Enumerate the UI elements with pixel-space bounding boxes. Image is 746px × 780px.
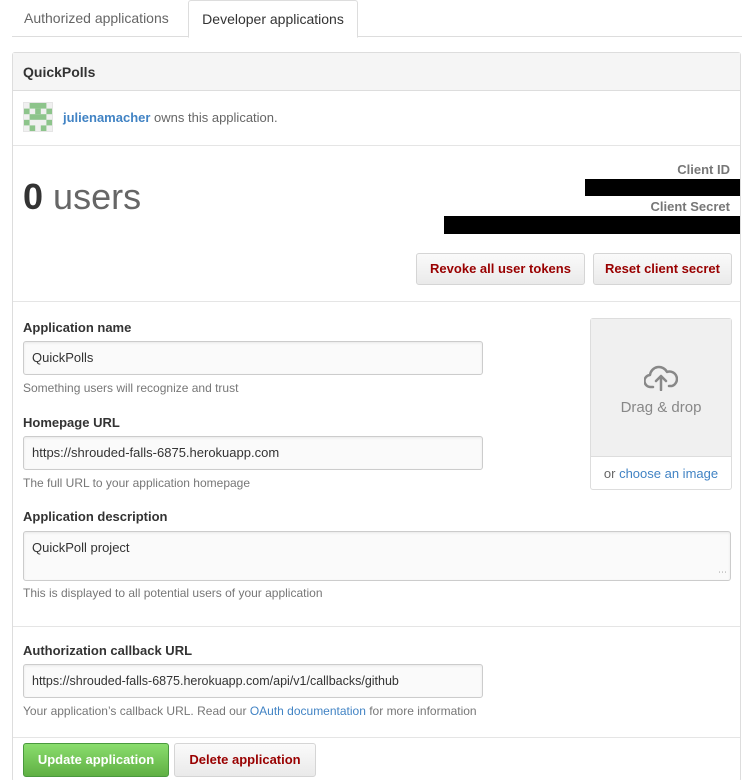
description-label: Application description: [23, 509, 168, 524]
tab-bar: Authorized applications Developer applic…: [12, 0, 742, 38]
app-name-note: Something users will recognize and trust: [23, 381, 239, 395]
homepage-url-input[interactable]: https://shrouded-falls-6875.herokuapp.co…: [23, 436, 483, 470]
homepage-url-note: The full URL to your application homepag…: [23, 476, 251, 490]
application-form: Application name QuickPolls Something us…: [13, 303, 740, 627]
callback-url-input[interactable]: https://shrouded-falls-6875.herokuapp.co…: [23, 664, 483, 698]
or-text: or: [603, 466, 620, 481]
resize-grip-icon[interactable]: ⋯: [718, 568, 727, 577]
reset-secret-button[interactable]: Reset client secret: [593, 253, 732, 285]
choose-image-link[interactable]: choose an image: [619, 466, 718, 481]
callback-note-prefix: Your application’s callback URL. Read ou…: [23, 704, 250, 718]
delete-application-button[interactable]: Delete application: [174, 743, 316, 777]
drag-drop-text: Drag & drop: [620, 399, 702, 416]
owner-row: julienamacher owns this application.: [13, 91, 740, 146]
tab-developer-applications[interactable]: Developer applications: [188, 0, 358, 38]
app-name-input[interactable]: QuickPolls: [23, 341, 483, 375]
description-value: QuickPoll project: [32, 540, 130, 555]
application-panel: QuickPolls julienamacher owns this appli…: [12, 52, 741, 780]
user-count-value: 0: [23, 176, 44, 217]
identicon-icon: [24, 103, 52, 131]
avatar[interactable]: [23, 102, 53, 132]
cloud-upload-icon: [644, 365, 678, 391]
tab-authorized-applications[interactable]: Authorized applications: [12, 0, 181, 37]
client-secret-redacted: [444, 216, 740, 234]
owner-link[interactable]: julienamacher: [63, 110, 150, 125]
description-note: This is displayed to all potential users…: [23, 586, 323, 600]
oauth-docs-link[interactable]: OAuth documentation: [250, 704, 366, 718]
app-name-label: Application name: [23, 320, 132, 335]
description-textarea[interactable]: QuickPoll project ⋯: [23, 531, 731, 581]
callback-url-note: Your application’s callback URL. Read ou…: [23, 704, 477, 718]
homepage-url-label: Homepage URL: [23, 415, 120, 430]
callback-url-label: Authorization callback URL: [23, 643, 193, 658]
callback-section: Authorization callback URL https://shrou…: [13, 628, 740, 738]
callback-note-suffix: for more information: [365, 704, 477, 718]
revoke-tokens-button[interactable]: Revoke all user tokens: [416, 253, 585, 285]
owner-suffix: owns this application.: [150, 110, 278, 125]
dropzone-area[interactable]: Drag & drop: [591, 319, 731, 457]
update-application-button[interactable]: Update application: [23, 743, 169, 777]
client-id-label: Client ID: [677, 162, 730, 177]
user-count-label: users: [53, 176, 142, 217]
choose-image-row: or choose an image: [591, 466, 731, 481]
client-id-redacted: [585, 179, 740, 196]
user-count: 0 users: [23, 176, 141, 218]
client-secret-label: Client Secret: [650, 199, 730, 214]
owner-text: julienamacher owns this application.: [63, 110, 278, 125]
stats-row: 0 users Client ID Client Secret Revoke a…: [13, 146, 740, 302]
panel-header: QuickPolls: [13, 53, 740, 91]
logo-dropzone[interactable]: Drag & drop or choose an image: [590, 318, 732, 490]
app-title: QuickPolls: [23, 64, 96, 80]
